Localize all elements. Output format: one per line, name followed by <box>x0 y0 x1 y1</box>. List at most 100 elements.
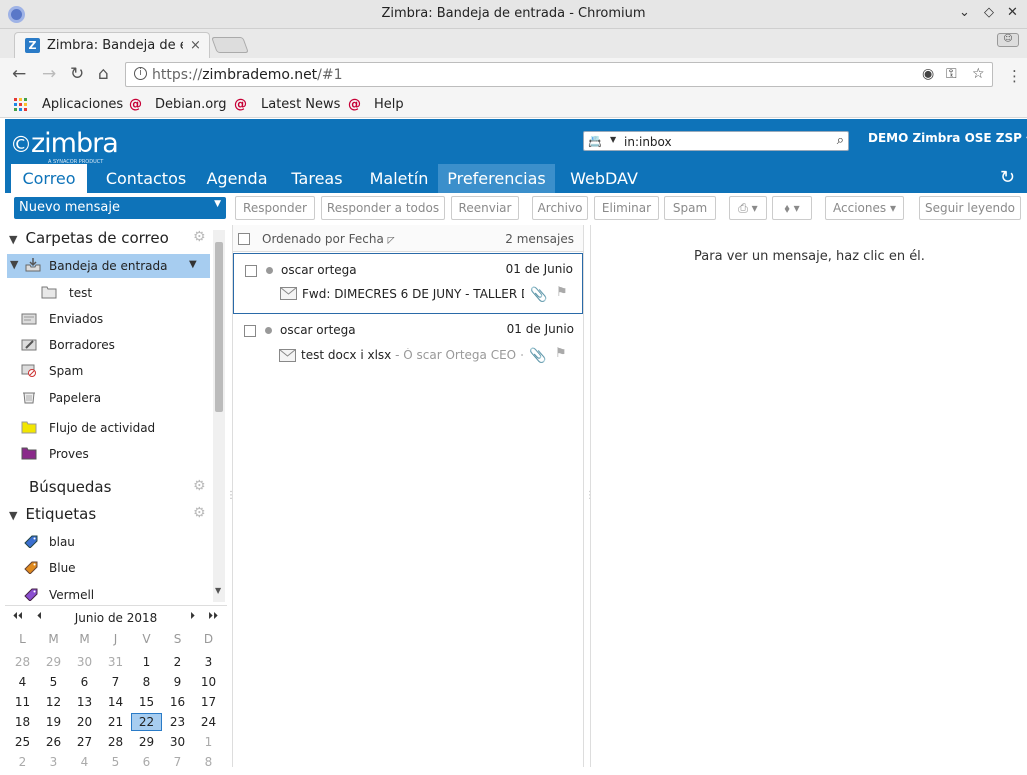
calendar-day[interactable]: 29 <box>131 735 162 749</box>
search-icon[interactable]: ⌕ <box>837 133 844 148</box>
calendar-day[interactable]: 28 <box>7 655 38 669</box>
folder-inbox[interactable]: ▼ Bandeja de entrada ▼ <box>7 254 210 278</box>
scroll-down-icon[interactable]: ▼ <box>215 586 221 595</box>
tag-blue[interactable]: Blue <box>23 556 203 582</box>
bookmark-aplicaciones[interactable]: Aplicaciones <box>42 97 123 112</box>
new-message-button[interactable]: Nuevo mensaje ▼ <box>14 197 226 219</box>
tab-maletin[interactable]: Maletín <box>364 164 434 193</box>
calendar-day[interactable]: 23 <box>162 715 193 729</box>
folder-borradores[interactable]: Borradores <box>21 333 201 359</box>
maximize-button[interactable]: ◇ <box>984 5 994 20</box>
calendar-day[interactable]: 18 <box>7 715 38 729</box>
calendar-day[interactable]: 30 <box>162 735 193 749</box>
calendar-day[interactable]: 17 <box>193 695 224 709</box>
calendar-day[interactable]: 24 <box>193 715 224 729</box>
folder-test[interactable]: test <box>41 281 201 307</box>
bookmark-debian[interactable]: Debian.org <box>155 97 227 112</box>
unread-dot-icon[interactable] <box>265 327 272 334</box>
forward-button[interactable]: Reenviar <box>451 196 519 220</box>
reply-button[interactable]: Responder <box>235 196 315 220</box>
menu-icon[interactable]: ⋮ <box>1007 67 1022 85</box>
chevron-down-icon[interactable]: ▼ <box>189 259 197 270</box>
flag-icon[interactable]: ⚑ <box>556 285 568 300</box>
folder-flujo-de-actividad[interactable]: Flujo de actividad <box>21 416 201 442</box>
search-input[interactable] <box>624 134 824 149</box>
forward-icon[interactable]: → <box>42 64 56 84</box>
next-month-icon[interactable]: ⏵ <box>190 611 195 622</box>
calendar-day[interactable]: 13 <box>69 695 100 709</box>
scrollbar-thumb[interactable] <box>215 242 223 412</box>
calendar-day[interactable]: 12 <box>38 695 69 709</box>
calendar-day-today[interactable]: 22 <box>131 713 162 731</box>
calendar-day[interactable]: 4 <box>7 675 38 689</box>
unread-dot-icon[interactable] <box>266 267 273 274</box>
message-row[interactable]: oscar ortega 01 de Junio Fwd: DIMECRES 6… <box>233 253 583 314</box>
folder-spam[interactable]: Spam <box>21 359 201 385</box>
profile-icon[interactable]: ☺ <box>997 33 1019 47</box>
print-icon[interactable]: ⎙ ▾ <box>729 196 767 220</box>
search-scope-icon[interactable]: 📇 <box>588 135 602 148</box>
gear-icon[interactable]: ⚙ <box>193 229 206 245</box>
folder-proves[interactable]: Proves <box>21 442 201 468</box>
tab-contactos[interactable]: Contactos <box>99 164 193 193</box>
folder-papelera[interactable]: Papelera <box>21 386 201 412</box>
calendar-day[interactable]: 19 <box>38 715 69 729</box>
reload-icon[interactable]: ↻ <box>70 64 84 84</box>
reply-all-button[interactable]: Responder a todos <box>321 196 445 220</box>
sort-by-date[interactable]: Ordenado por Fecha ◸ <box>262 232 395 246</box>
delete-button[interactable]: Eliminar <box>594 196 659 220</box>
calendar-day[interactable]: 6 <box>69 675 100 689</box>
calendar-day[interactable]: 20 <box>69 715 100 729</box>
tag-vermell[interactable]: Vermell <box>23 583 203 603</box>
folder-enviados[interactable]: Enviados <box>21 307 201 333</box>
calendar-day[interactable]: 21 <box>100 715 131 729</box>
bookmark-help[interactable]: Help <box>374 97 404 112</box>
tab-close-icon[interactable]: × <box>190 38 201 53</box>
message-row[interactable]: oscar ortega 01 de Junio test docx i xls… <box>233 315 583 376</box>
home-icon[interactable]: ⌂ <box>98 64 109 84</box>
tab-webdav[interactable]: WebDAV <box>564 164 644 193</box>
calendar-day[interactable]: 29 <box>38 655 69 669</box>
calendar-day[interactable]: 5 <box>38 675 69 689</box>
address-bar[interactable]: i https://zimbrademo.net/#1 ◉ ⚿ ☆ <box>125 62 993 87</box>
refresh-icon[interactable]: ↻ <box>1000 167 1015 188</box>
spam-button[interactable]: Spam <box>664 196 716 220</box>
gear-icon[interactable]: ⚙ <box>193 505 206 521</box>
zimbra-logo[interactable]: ©zimbra A SYNACOR PRODUCT <box>10 128 119 165</box>
close-window-button[interactable]: ✕ <box>1007 5 1018 20</box>
tab-correo[interactable]: Correo <box>11 164 87 193</box>
tag-icon[interactable]: ⬧ ▾ <box>772 196 812 220</box>
message-checkbox[interactable] <box>244 325 256 337</box>
calendar-day[interactable]: 25 <box>7 735 38 749</box>
tags-header[interactable]: ▼ Etiquetas <box>9 505 96 523</box>
searches-header[interactable]: Búsquedas <box>29 478 111 496</box>
calendar-day[interactable]: 16 <box>162 695 193 709</box>
bookmark-latest-news[interactable]: Latest News <box>261 97 340 112</box>
tab-preferencias[interactable]: Preferencias <box>438 164 555 193</box>
calendar-day[interactable]: 26 <box>38 735 69 749</box>
info-icon[interactable]: i <box>134 67 147 80</box>
sidebar-scrollbar[interactable]: ▼ <box>213 230 225 602</box>
message-checkbox[interactable] <box>245 265 257 277</box>
tab-agenda[interactable]: Agenda <box>204 164 270 193</box>
calendar-day[interactable]: 2 <box>162 655 193 669</box>
chevron-down-icon[interactable]: ▼ <box>214 199 221 209</box>
tab-tareas[interactable]: Tareas <box>285 164 349 193</box>
archive-button[interactable]: Archivo <box>532 196 588 220</box>
calendar-day[interactable]: 3 <box>193 655 224 669</box>
tag-blau[interactable]: blau <box>23 530 203 556</box>
actions-button[interactable]: Acciones ▾ <box>825 196 904 220</box>
browser-tab[interactable]: Z Zimbra: Bandeja de entrada × <box>14 32 210 58</box>
eye-icon[interactable]: ◉ <box>922 66 934 82</box>
gear-icon[interactable]: ⚙ <box>193 478 206 494</box>
select-all-checkbox[interactable] <box>238 233 250 245</box>
star-icon[interactable]: ☆ <box>972 66 985 82</box>
new-tab-button[interactable] <box>211 37 249 53</box>
calendar-day[interactable]: 8 <box>131 675 162 689</box>
calendar-day[interactable]: 14 <box>100 695 131 709</box>
calendar-day[interactable]: 15 <box>131 695 162 709</box>
calendar-day[interactable]: 28 <box>100 735 131 749</box>
expand-icon[interactable]: ▼ <box>10 258 18 271</box>
calendar-day[interactable]: 1 <box>131 655 162 669</box>
calendar-day[interactable]: 7 <box>100 675 131 689</box>
